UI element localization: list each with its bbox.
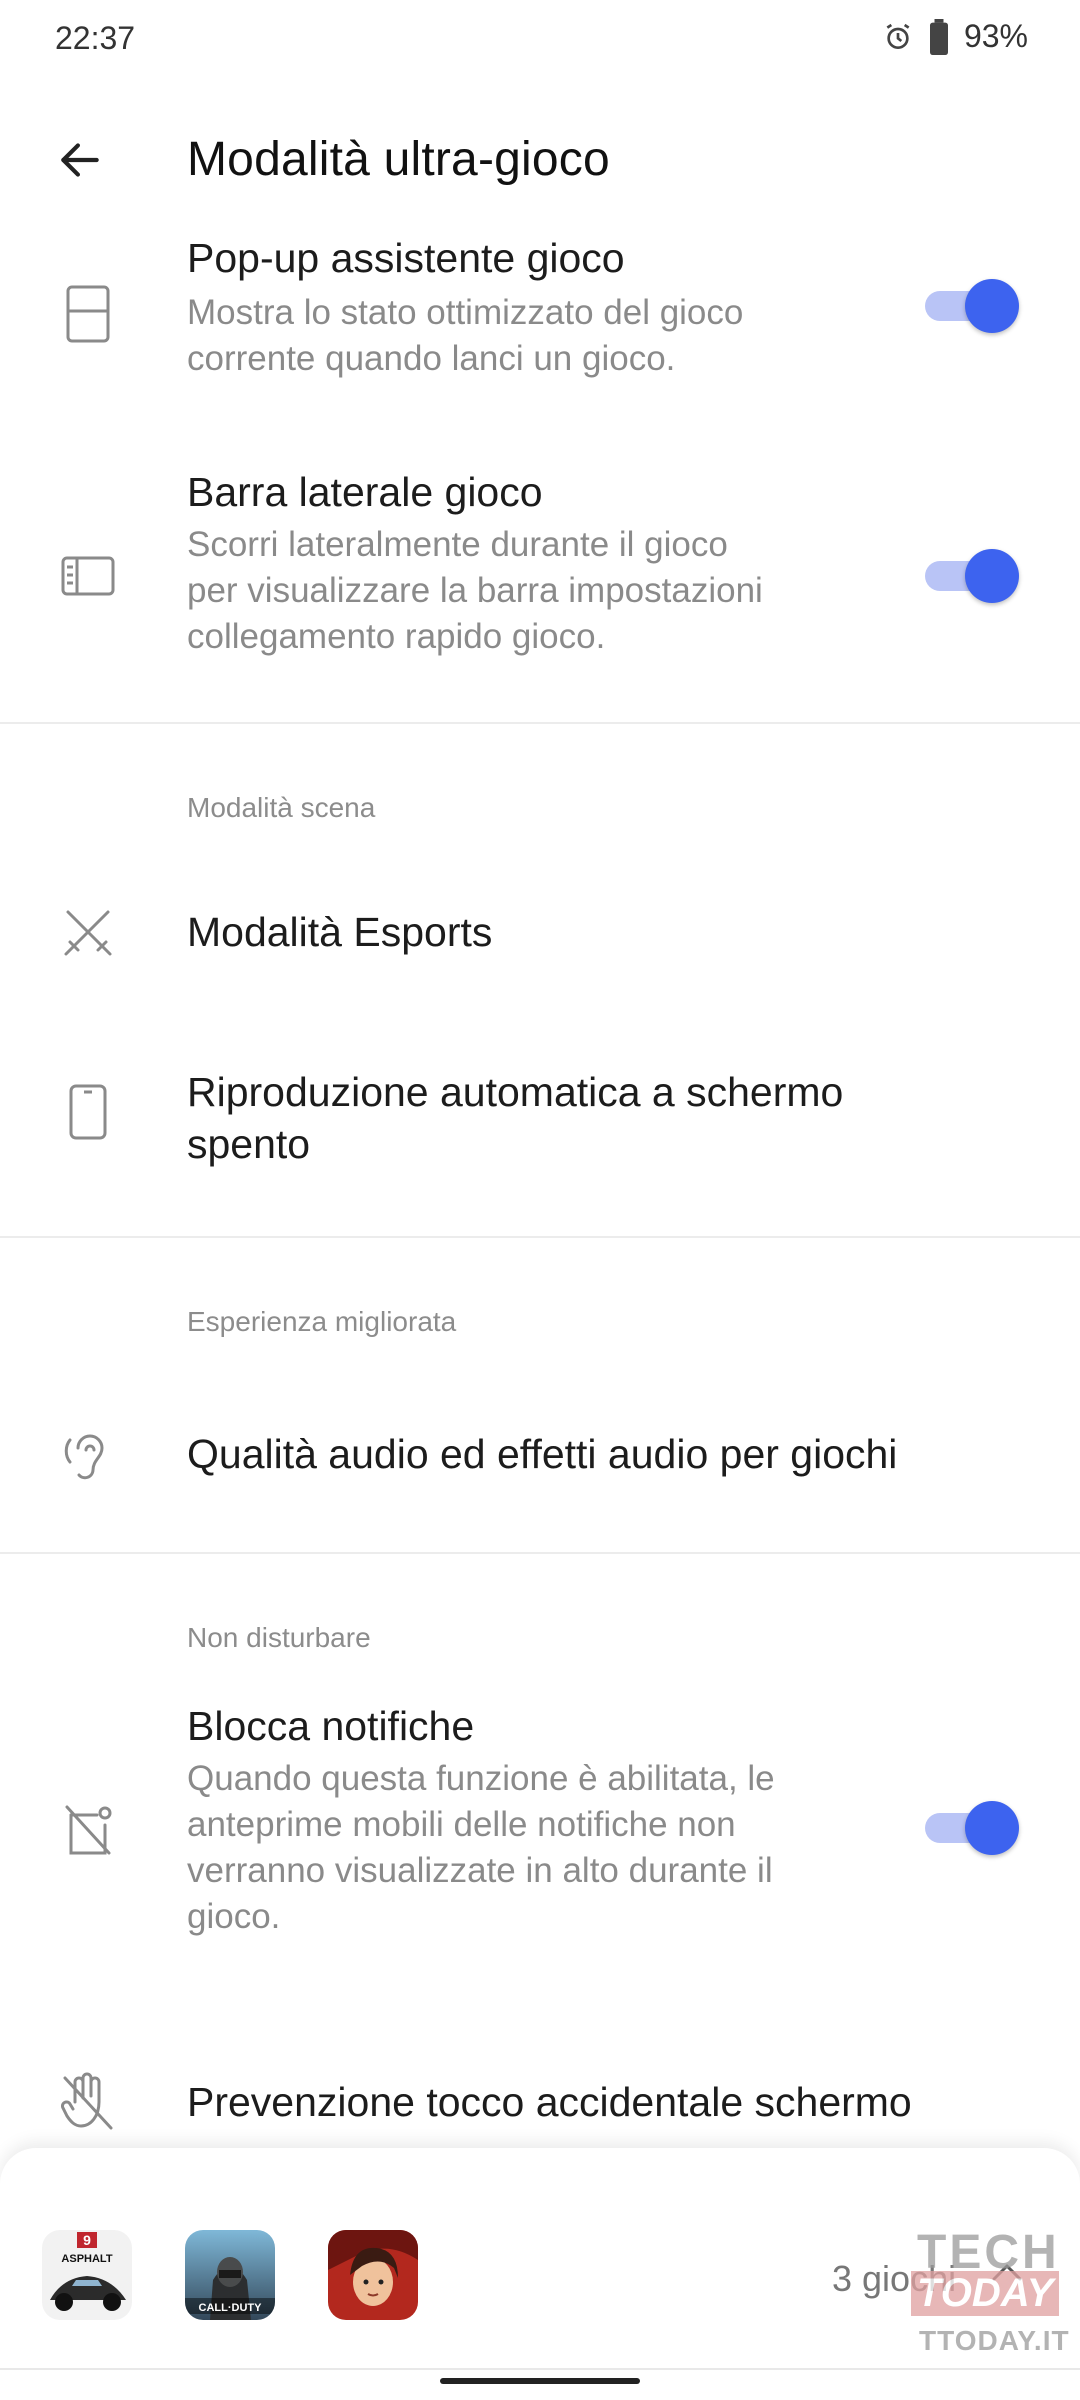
page-title: Modalità ultra-gioco (187, 133, 610, 186)
side-bar-toggle[interactable] (925, 546, 1019, 606)
divider (0, 1552, 1080, 1554)
arrow-back-icon (61, 143, 99, 177)
back-button[interactable] (40, 120, 120, 200)
block-notifications-toggle[interactable] (925, 1798, 1019, 1858)
setting-title: Barra laterale gioco (187, 469, 543, 515)
section-header-scene: Modalità scena (187, 792, 376, 823)
ear-icon (54, 1422, 122, 1490)
asphalt-logo-number: 9 (83, 2232, 91, 2248)
popup-window-icon (54, 280, 122, 348)
setting-popup-assistant[interactable]: Pop-up assistente gioco Mostra lo stato … (0, 240, 1080, 420)
setting-description: Mostra lo stato ottimizzato del gioco co… (187, 293, 744, 378)
divider (0, 1236, 1080, 1238)
cod-logo-text: CALL·DUTY (199, 2302, 263, 2314)
setting-title: Blocca notifiche (187, 1703, 475, 1749)
setting-autoplay-screen-off[interactable]: Riproduzione automatica a schermo spento (0, 1026, 1080, 1206)
popup-assistant-toggle[interactable] (925, 276, 1019, 336)
setting-title: Prevenzione tocco accidentale schermo (187, 2079, 912, 2125)
game-icon-call-of-duty[interactable]: CALL·DUTY (185, 2230, 275, 2320)
asphalt-logo-text: ASPHALT (61, 2253, 112, 2265)
app-bar: Modalità ultra-gioco (0, 80, 1080, 240)
section-header-dnd: Non disturbare (187, 1622, 371, 1653)
setting-title: Modalità Esports (187, 909, 493, 955)
watermark-logo: TECH TODAY TTODAY.IT (905, 2225, 1075, 2395)
setting-title: Pop-up assistente gioco (187, 240, 625, 281)
divider (0, 722, 1080, 724)
setting-title: Qualità audio ed effetti audio per gioch… (187, 1431, 898, 1477)
gesture-bar[interactable] (440, 2378, 640, 2384)
alarm-icon (882, 21, 914, 53)
setting-description: Quando questa funzione è abilitata, le a… (187, 1759, 775, 1936)
sidebar-icon (54, 542, 122, 610)
setting-description: Scorri lateralmente durante il gioco per… (187, 525, 763, 656)
status-icons: 93% (882, 18, 1028, 55)
game-icon-asphalt[interactable]: 9 ASPHALT (42, 2230, 132, 2320)
section-header-experience: Esperienza migliorata (187, 1306, 457, 1337)
settings-list[interactable]: Pop-up assistente gioco Mostra lo stato … (0, 240, 1080, 2160)
hand-off-icon (54, 2068, 122, 2136)
game-icon-free-fire[interactable] (328, 2230, 418, 2320)
setting-side-bar[interactable]: Barra laterale gioco Scorri lateralmente… (0, 466, 1080, 716)
setting-block-notifications[interactable]: Blocca notifiche Quando questa funzione … (0, 1700, 1080, 1960)
setting-title: Riproduzione automatica a schermo spento (187, 1069, 844, 1167)
phone-icon (54, 1078, 122, 1146)
setting-touch-prevention[interactable]: Prevenzione tocco accidentale schermo (0, 2064, 1080, 2160)
status-bar: 22:37 93% (0, 0, 1080, 80)
setting-audio-quality[interactable]: Qualità audio ed effetti audio per gioch… (0, 1386, 1080, 1526)
notifications-off-icon (54, 1796, 122, 1864)
status-time: 22:37 (55, 20, 136, 56)
battery-percent: 93% (963, 18, 1028, 54)
setting-esports[interactable]: Modalità Esports (0, 860, 1080, 1000)
crossed-swords-icon (54, 898, 122, 966)
battery-icon (928, 18, 950, 55)
